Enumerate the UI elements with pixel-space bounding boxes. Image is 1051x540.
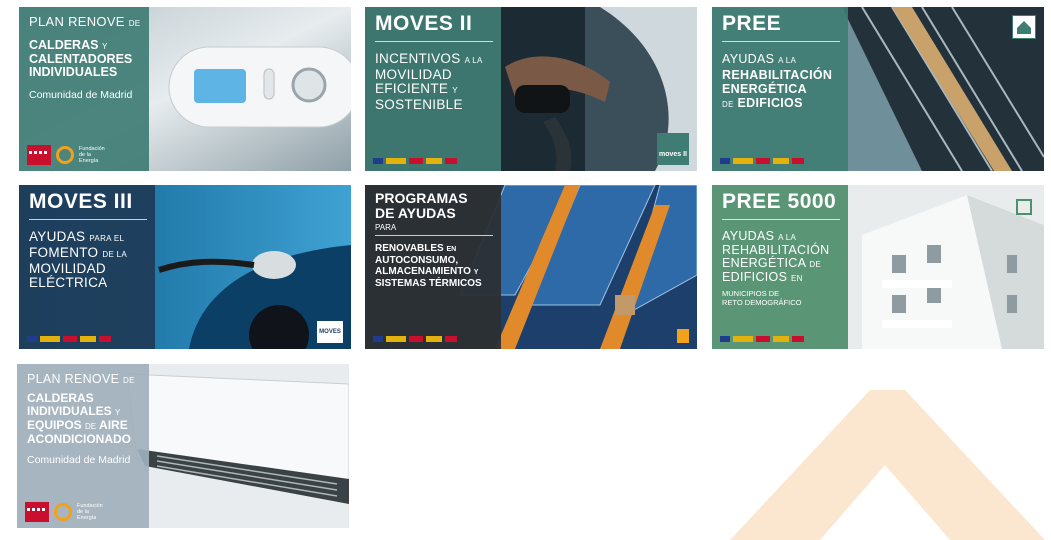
- background-watermark-logo: [730, 390, 1045, 540]
- card-text-panel: PLAN RENOVE DE CALDERAS INDIVIDUALES Y E…: [17, 364, 149, 528]
- fundacion-energia-icon: [54, 503, 72, 521]
- card-title-top: PLAN RENOVE: [29, 14, 125, 29]
- region-label: Comunidad de Madrid: [29, 89, 133, 101]
- card-text-panel: MOVES II INCENTIVOS A LA MOVILIDAD EFICI…: [365, 7, 501, 171]
- comunidad-madrid-logo: Fundación de la Energía: [27, 145, 105, 165]
- expand-icon: [1016, 199, 1032, 215]
- eu-funding-logos: [27, 336, 111, 342]
- card-title: PREE 5000: [722, 190, 837, 213]
- fundacion-energia-icon: [56, 146, 74, 164]
- card-programas-ayudas[interactable]: PROGRAMAS DE AYUDAS PARA RENOVABLES EN A…: [365, 185, 697, 349]
- region-label: Comunidad de Madrid: [27, 454, 131, 466]
- card-moves-ii[interactable]: MOVES II INCENTIVOS A LA MOVILIDAD EFICI…: [365, 7, 697, 171]
- card-title: PROGRAMAS: [375, 190, 468, 206]
- pree-house-icon: [1012, 15, 1036, 39]
- madrid-flag-icon: [25, 502, 49, 522]
- madrid-flag-icon: [27, 145, 51, 165]
- moves-ii-logo: moves II: [657, 133, 689, 165]
- card-title: PREE: [722, 12, 782, 35]
- eu-funding-logos: [720, 158, 804, 164]
- card-pree-5000[interactable]: PREE 5000 AYUDAS A LA REHABILITACIÓN ENE…: [712, 185, 1044, 349]
- card-title-top: PLAN RENOVE: [27, 372, 120, 386]
- card-text-panel: PLAN RENOVE DE CALDERAS Y CALENTADORES I…: [19, 7, 149, 171]
- eu-funding-logos: [373, 336, 457, 342]
- card-text-panel: PREE 5000 AYUDAS A LA REHABILITACIÓN ENE…: [712, 185, 848, 349]
- card-moves-iii[interactable]: MOVES III AYUDAS PARA EL FOMENTO DE LA M…: [19, 185, 351, 349]
- eu-funding-logos: [720, 336, 804, 342]
- eu-funding-logos: [373, 158, 457, 164]
- card-text-panel: PROGRAMAS DE AYUDAS PARA RENOVABLES EN A…: [365, 185, 501, 349]
- card-text-panel: PREE AYUDAS A LA REHABILITACIÓN ENERGÉTI…: [712, 7, 848, 171]
- card-title: MOVES II: [375, 12, 473, 35]
- program-corner-icon: [677, 329, 689, 343]
- card-text-panel: MOVES III AYUDAS PARA EL FOMENTO DE LA M…: [19, 185, 155, 349]
- card-plan-renove-calderas[interactable]: PLAN RENOVE DE CALDERAS Y CALENTADORES I…: [19, 7, 351, 171]
- card-plan-renove-aire[interactable]: PLAN RENOVE DE CALDERAS INDIVIDUALES Y E…: [17, 364, 349, 528]
- card-title: MOVES III: [29, 190, 133, 213]
- card-title-bold: CALDERAS: [29, 38, 99, 52]
- comunidad-madrid-logo: Fundación de la Energía: [25, 502, 103, 522]
- moves-iii-logo: MOVES: [317, 321, 343, 343]
- card-pree[interactable]: PREE AYUDAS A LA REHABILITACIÓN ENERGÉTI…: [712, 7, 1044, 171]
